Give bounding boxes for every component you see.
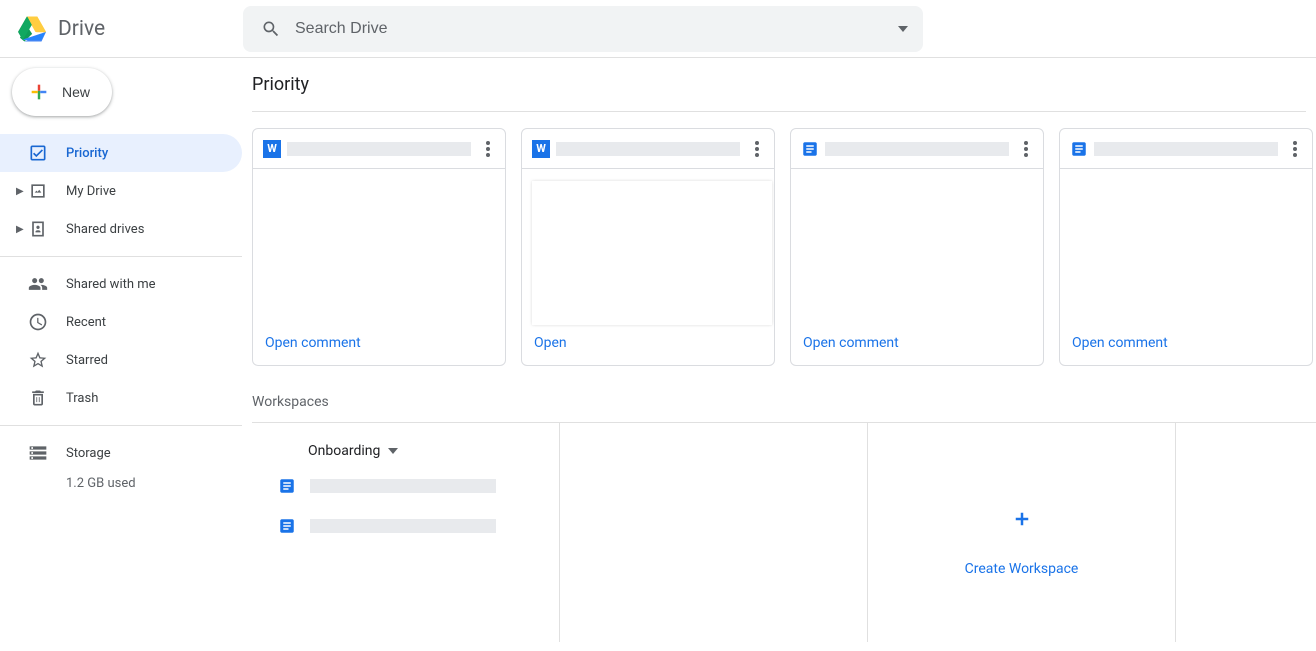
file-title-placeholder	[310, 519, 496, 533]
card-action-link[interactable]: Open comment	[253, 323, 505, 365]
priority-icon	[28, 143, 48, 163]
file-title-placeholder	[1094, 142, 1278, 156]
workspace-file-item[interactable]	[272, 517, 539, 535]
sidebar: New Priority ▶ My Drive	[0, 58, 242, 651]
word-file-icon: W	[532, 140, 550, 158]
sidebar-item-shared-with-me[interactable]: Shared with me	[0, 265, 242, 303]
card-action-link[interactable]: Open	[522, 323, 774, 365]
priority-card[interactable]: Open comment	[790, 128, 1044, 366]
workspace-file-item[interactable]	[272, 477, 539, 495]
shared-drives-icon	[28, 219, 48, 239]
storage-icon	[28, 443, 48, 463]
workspace-name-dropdown[interactable]: Onboarding	[308, 443, 539, 459]
trash-icon	[28, 388, 48, 408]
caret-down-icon	[898, 26, 908, 32]
sidebar-item-label: My Drive	[66, 184, 116, 199]
page-title: Priority	[252, 58, 1306, 112]
sidebar-item-starred[interactable]: Starred	[0, 341, 242, 379]
file-title-placeholder	[556, 142, 740, 156]
expand-icon[interactable]: ▶	[16, 186, 24, 197]
drive-logo-icon	[18, 16, 46, 42]
caret-down-icon	[388, 448, 398, 454]
card-more-button[interactable]	[1284, 134, 1306, 164]
storage-used-text: 1.2 GB used	[66, 476, 242, 491]
priority-card[interactable]: W Open comment	[252, 128, 506, 366]
card-more-button[interactable]	[746, 134, 768, 164]
search-input[interactable]	[295, 20, 891, 38]
brand[interactable]: Drive	[18, 16, 243, 42]
sidebar-item-label: Trash	[66, 391, 98, 406]
sidebar-item-label: Priority	[66, 146, 108, 161]
docs-file-icon	[1070, 140, 1088, 158]
card-more-button[interactable]	[477, 134, 499, 164]
workspace-column-empty	[560, 423, 868, 642]
sidebar-item-label: Shared with me	[66, 277, 156, 292]
file-title-placeholder	[825, 142, 1009, 156]
sidebar-item-label: Shared drives	[66, 222, 144, 237]
new-button[interactable]: New	[12, 68, 112, 116]
search-options-dropdown[interactable]	[891, 17, 915, 41]
brand-name: Drive	[58, 17, 105, 41]
search-icon	[261, 19, 281, 39]
card-preview	[253, 169, 505, 323]
workspace-name: Onboarding	[308, 443, 380, 459]
create-workspace-link[interactable]: Create Workspace	[965, 561, 1079, 577]
sidebar-item-my-drive[interactable]: ▶ My Drive	[0, 172, 242, 210]
expand-icon[interactable]: ▶	[16, 224, 24, 235]
more-vert-icon	[1024, 147, 1028, 151]
sidebar-item-label: Starred	[66, 353, 108, 368]
word-file-icon: W	[263, 140, 281, 158]
card-preview	[791, 169, 1043, 323]
more-vert-icon	[486, 147, 490, 151]
sidebar-item-shared-drives[interactable]: ▶ Shared drives	[0, 210, 242, 248]
main-content: Priority W Open comment W	[242, 58, 1316, 651]
sidebar-item-label: Recent	[66, 315, 106, 330]
sidebar-item-trash[interactable]: Trash	[0, 379, 242, 417]
card-preview	[1060, 169, 1312, 323]
sidebar-item-storage[interactable]: Storage	[0, 434, 242, 472]
workspace-column-empty	[1176, 423, 1316, 642]
docs-file-icon	[801, 140, 819, 158]
card-more-button[interactable]	[1015, 134, 1037, 164]
more-vert-icon	[1293, 147, 1297, 151]
shared-with-me-icon	[28, 274, 48, 294]
priority-card[interactable]: W Open	[521, 128, 775, 366]
workspaces-label: Workspaces	[252, 394, 1316, 410]
workspaces-row: Onboarding Create Workspace	[252, 422, 1316, 642]
sidebar-item-priority[interactable]: Priority	[0, 134, 242, 172]
priority-card[interactable]: Open comment	[1059, 128, 1313, 366]
priority-cards-row: W Open comment W Open	[252, 128, 1316, 366]
card-action-link[interactable]: Open comment	[1060, 323, 1312, 365]
starred-icon	[28, 350, 48, 370]
card-preview	[522, 169, 774, 323]
plus-icon	[1012, 509, 1032, 533]
card-action-link[interactable]: Open comment	[791, 323, 1043, 365]
file-title-placeholder	[310, 479, 496, 493]
recent-icon	[28, 312, 48, 332]
header: Drive	[0, 0, 1316, 58]
create-workspace-column[interactable]: Create Workspace	[868, 423, 1176, 642]
new-button-label: New	[62, 84, 90, 100]
plus-icon	[28, 81, 50, 103]
my-drive-icon	[28, 181, 48, 201]
docs-file-icon	[278, 517, 296, 535]
more-vert-icon	[755, 147, 759, 151]
docs-file-icon	[278, 477, 296, 495]
sidebar-item-recent[interactable]: Recent	[0, 303, 242, 341]
search-bar[interactable]	[243, 6, 923, 52]
sidebar-item-label: Storage	[66, 446, 111, 461]
file-title-placeholder	[287, 142, 471, 156]
workspace-column: Onboarding	[252, 423, 560, 642]
